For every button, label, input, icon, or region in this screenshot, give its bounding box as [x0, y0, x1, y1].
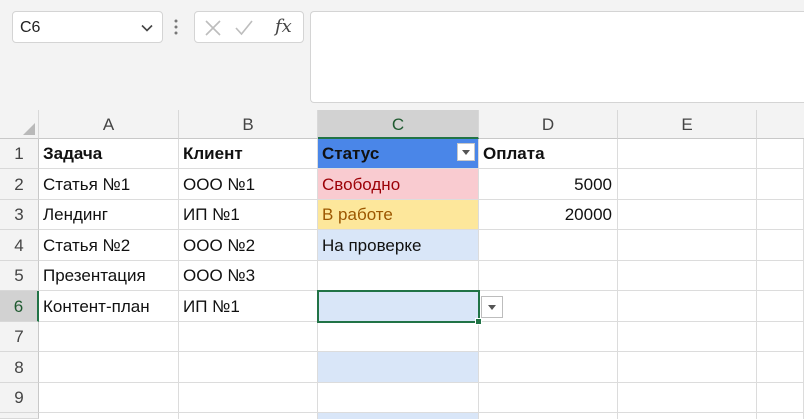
cell-c3[interactable]: В работе	[318, 200, 479, 230]
cancel-icon[interactable]	[204, 19, 222, 37]
cell-b5[interactable]: ООО №3	[179, 261, 318, 291]
cell-b9[interactable]	[179, 383, 318, 413]
cell-d9[interactable]	[479, 383, 618, 413]
spreadsheet-grid: A B C D E 1 2 3 4 5 6 7 8 9 Задача Клиен…	[0, 110, 804, 419]
cell-c4[interactable]: На проверке	[318, 230, 479, 261]
cell-e6[interactable]	[618, 291, 757, 322]
cell-d8[interactable]	[479, 352, 618, 383]
row-header-1[interactable]: 1	[0, 139, 39, 169]
column-header-e[interactable]: E	[618, 110, 757, 139]
row-header-3[interactable]: 3	[0, 200, 39, 230]
column-header-d[interactable]: D	[479, 110, 618, 139]
name-box[interactable]: C6	[12, 11, 163, 43]
cell-b10[interactable]	[179, 413, 318, 419]
more-options-icon[interactable]	[173, 17, 179, 37]
cell-c1[interactable]: Статус	[318, 139, 479, 169]
cell-f5[interactable]	[757, 261, 804, 291]
cell-f10[interactable]	[757, 413, 804, 419]
cell-dropdown-button[interactable]	[481, 296, 503, 318]
cell-c10[interactable]	[318, 413, 479, 419]
cell-c5[interactable]	[318, 261, 479, 291]
cell-b3[interactable]: ИП №1	[179, 200, 318, 230]
cell-e9[interactable]	[618, 383, 757, 413]
cell-a5[interactable]: Презентация	[39, 261, 179, 291]
column-header-a[interactable]: A	[39, 110, 179, 139]
column-header-c[interactable]: C	[318, 110, 479, 139]
filter-arrow-icon	[462, 150, 470, 155]
dropdown-arrow-icon	[488, 305, 496, 310]
cell-d4[interactable]	[479, 230, 618, 261]
cell-e5[interactable]	[618, 261, 757, 291]
cell-a10[interactable]	[39, 413, 179, 419]
name-box-value: C6	[20, 19, 41, 36]
active-cell-border	[317, 290, 482, 325]
cell-c2[interactable]: Свободно	[318, 169, 479, 200]
cell-a4[interactable]: Статья №2	[39, 230, 179, 261]
cell-a3[interactable]: Лендинг	[39, 200, 179, 230]
cell-e4[interactable]	[618, 230, 757, 261]
column-header-f[interactable]	[757, 110, 804, 139]
cell-f2[interactable]	[757, 169, 804, 200]
cell-a9[interactable]	[39, 383, 179, 413]
cell-e2[interactable]	[618, 169, 757, 200]
cell-d7[interactable]	[479, 322, 618, 352]
row-header-9[interactable]: 9	[0, 383, 39, 413]
row-header-4[interactable]: 4	[0, 230, 39, 261]
formula-actions: fx	[194, 11, 304, 43]
cell-f3[interactable]	[757, 200, 804, 230]
cell-f9[interactable]	[757, 383, 804, 413]
status-header-label: Статус	[322, 144, 380, 163]
cell-e8[interactable]	[618, 352, 757, 383]
cell-b8[interactable]	[179, 352, 318, 383]
cell-f1[interactable]	[757, 139, 804, 169]
filter-dropdown-button[interactable]	[457, 143, 475, 161]
cell-f7[interactable]	[757, 322, 804, 352]
chevron-down-icon[interactable]	[140, 21, 154, 35]
cell-a1[interactable]: Задача	[39, 139, 179, 169]
row-header-5[interactable]: 5	[0, 261, 39, 291]
cell-b6[interactable]: ИП №1	[179, 291, 318, 322]
cell-e7[interactable]	[618, 322, 757, 352]
formula-input[interactable]	[310, 11, 804, 103]
insert-function-button[interactable]: fx	[275, 16, 292, 37]
row-header-8[interactable]: 8	[0, 352, 39, 383]
row-header-6[interactable]: 6	[0, 291, 39, 322]
cell-a2[interactable]: Статья №1	[39, 169, 179, 200]
cell-d3[interactable]: 20000	[479, 200, 618, 230]
fill-handle[interactable]	[475, 318, 482, 325]
cell-f4[interactable]	[757, 230, 804, 261]
row-header-10[interactable]	[0, 413, 39, 419]
cell-c9[interactable]	[318, 383, 479, 413]
cell-d2[interactable]: 5000	[479, 169, 618, 200]
cell-e1[interactable]	[618, 139, 757, 169]
cell-d10[interactable]	[479, 413, 618, 419]
cell-b2[interactable]: ООО №1	[179, 169, 318, 200]
column-header-b[interactable]: B	[179, 110, 318, 139]
cell-a7[interactable]	[39, 322, 179, 352]
select-all-triangle-icon	[23, 123, 35, 135]
cell-c7[interactable]	[318, 322, 479, 352]
cell-d1[interactable]: Оплата	[479, 139, 618, 169]
cell-c8[interactable]	[318, 352, 479, 383]
cell-f6[interactable]	[757, 291, 804, 322]
cell-b7[interactable]	[179, 322, 318, 352]
cell-a8[interactable]	[39, 352, 179, 383]
select-all-button[interactable]	[0, 110, 39, 139]
row-header-2[interactable]: 2	[0, 169, 39, 200]
cell-e3[interactable]	[618, 200, 757, 230]
enter-check-icon[interactable]	[235, 19, 253, 37]
cell-a6[interactable]: Контент-план	[39, 291, 179, 322]
cell-f8[interactable]	[757, 352, 804, 383]
cell-b1[interactable]: Клиент	[179, 139, 318, 169]
cell-b4[interactable]: ООО №2	[179, 230, 318, 261]
cell-e10[interactable]	[618, 413, 757, 419]
row-header-7[interactable]: 7	[0, 322, 39, 352]
cell-d5[interactable]	[479, 261, 618, 291]
